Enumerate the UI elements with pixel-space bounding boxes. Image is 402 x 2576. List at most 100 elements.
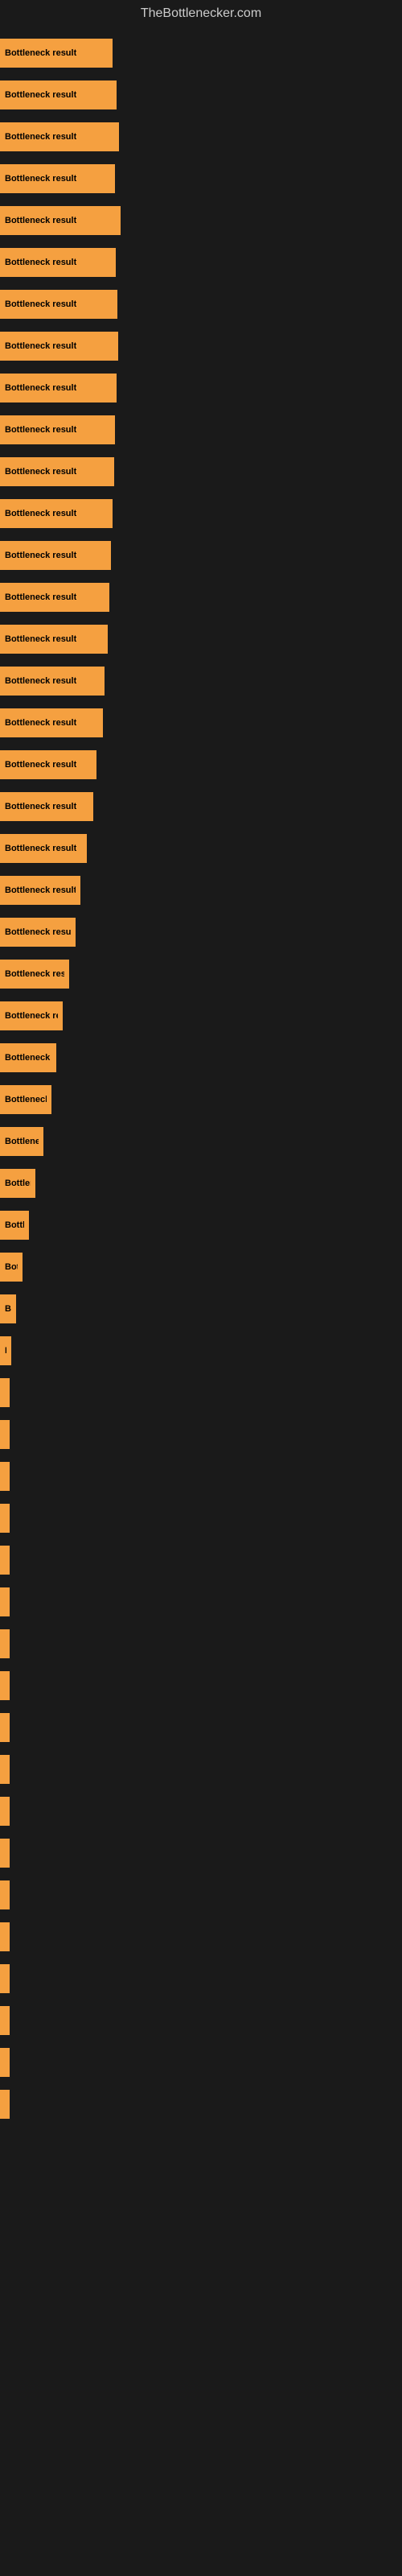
result-bar: [0, 1671, 10, 1700]
bar-label: Bottleneck result: [5, 927, 71, 937]
bar-row: [0, 2041, 402, 2083]
bar-row: Bottleneck result: [0, 74, 402, 116]
bar-label: Bottleneck result: [5, 425, 76, 435]
bar-label: Bottleneck result: [5, 634, 76, 644]
result-bar: Bottleneck result: [0, 206, 121, 235]
bar-row: [0, 1539, 402, 1581]
bar-row: Bottleneck result: [0, 995, 402, 1037]
bar-row: Bottleneck result: [0, 660, 402, 702]
result-bar: [0, 1839, 10, 1868]
bar-row: Bottleneck result: [0, 32, 402, 74]
bar-label: Bottleneck result: [5, 592, 76, 602]
result-bar: Bottleneck result: [0, 1420, 10, 1449]
result-bar: Bottleneck result: [0, 918, 76, 947]
bar-label: Bottleneck result: [5, 1220, 24, 1230]
bar-row: Bottleneck result: [0, 1330, 402, 1372]
result-bar: Bottleneck result: [0, 39, 113, 68]
result-bar: Bottleneck result: [0, 960, 69, 989]
bar-label: Bottleneck result: [5, 844, 76, 853]
bars-container: Bottleneck result Bottleneck result Bottle…: [0, 24, 402, 2125]
bar-row: [0, 1958, 402, 2000]
bar-row: [0, 1623, 402, 1665]
bar-label: Bottleneck result: [5, 969, 64, 979]
bar-row: Bottleneck result: [0, 200, 402, 242]
result-bar: Bottleneck result: [0, 834, 87, 863]
bar-row: Bottleneck result: [0, 493, 402, 535]
bar-row: [0, 1874, 402, 1916]
bar-label: Bottleneck result: [5, 216, 76, 225]
result-bar: Bottleneck result: [0, 792, 93, 821]
result-bar: Bottleneck result: [0, 415, 115, 444]
result-bar: [0, 2006, 10, 2035]
result-bar: [0, 1462, 10, 1491]
result-bar: Bottleneck result: [0, 1085, 51, 1114]
result-bar: Bottleneck result: [0, 457, 114, 486]
bar-label: Bottleneck result: [5, 1346, 6, 1356]
bar-row: [0, 1665, 402, 1707]
bar-label: Bottleneck result: [5, 90, 76, 100]
bar-row: Bottleneck result: [0, 1372, 402, 1414]
bar-label: Bottleneck result: [5, 258, 76, 267]
result-bar: [0, 1880, 10, 1909]
result-bar: [0, 1755, 10, 1784]
bar-row: [0, 1790, 402, 1832]
result-bar: Bottleneck result: [0, 1336, 11, 1365]
bar-label: Bottleneck result: [5, 1304, 11, 1314]
bar-row: [0, 1497, 402, 1539]
result-bar: [0, 1504, 10, 1533]
result-bar: Bottleneck result: [0, 708, 103, 737]
bar-label: Bottleneck result: [5, 1053, 51, 1063]
bar-row: [0, 1455, 402, 1497]
result-bar: [0, 1964, 10, 1993]
bar-label: Bottleneck result: [5, 551, 76, 560]
result-bar: Bottleneck result: [0, 374, 117, 402]
bar-row: Bottleneck result: [0, 1162, 402, 1204]
bar-label: Bottleneck result: [5, 1137, 39, 1146]
bar-label: Bottleneck result: [5, 760, 76, 770]
result-bar: Bottleneck result: [0, 1294, 16, 1323]
bar-label: Bottleneck result: [5, 718, 76, 728]
bar-row: Bottleneck result: [0, 576, 402, 618]
bar-row: [0, 1748, 402, 1790]
result-bar: [0, 1587, 10, 1616]
bar-row: Bottleneck result: [0, 911, 402, 953]
bar-row: Bottleneck result: [0, 116, 402, 158]
bar-row: [0, 1916, 402, 1958]
result-bar: Bottleneck result: [0, 1253, 23, 1282]
result-bar: Bottleneck result: [0, 1127, 43, 1156]
bar-row: Bottleneck result: [0, 953, 402, 995]
bar-label: Bottleneck result: [5, 48, 76, 58]
result-bar: [0, 1797, 10, 1826]
bar-row: Bottleneck result: [0, 618, 402, 660]
site-title: TheBottlenecker.com: [0, 0, 402, 24]
result-bar: Bottleneck result: [0, 625, 108, 654]
bar-label: Bottleneck result: [5, 1179, 31, 1188]
bar-row: [0, 1581, 402, 1623]
bar-label: Bottleneck result: [5, 1095, 47, 1104]
bar-label: Bottleneck result: [5, 509, 76, 518]
result-bar: Bottleneck result: [0, 1001, 63, 1030]
bar-row: [0, 2000, 402, 2041]
bar-row: Bottleneck result: [0, 786, 402, 828]
result-bar: Bottleneck result: [0, 80, 117, 109]
result-bar: [0, 1546, 10, 1575]
bar-row: [0, 1707, 402, 1748]
result-bar: Bottleneck result: [0, 667, 105, 696]
bar-row: Bottleneck result: [0, 1414, 402, 1455]
bar-row: Bottleneck result: [0, 1037, 402, 1079]
bar-row: Bottleneck result: [0, 702, 402, 744]
bar-row: Bottleneck result: [0, 1246, 402, 1288]
bar-label: Bottleneck result: [5, 1262, 18, 1272]
bar-row: Bottleneck result: [0, 535, 402, 576]
bar-label: Bottleneck result: [5, 299, 76, 309]
result-bar: [0, 2090, 10, 2119]
bar-row: Bottleneck result: [0, 242, 402, 283]
result-bar: [0, 1922, 10, 1951]
result-bar: Bottleneck result: [0, 248, 116, 277]
bar-label: Bottleneck result: [5, 802, 76, 811]
result-bar: Bottleneck result: [0, 876, 80, 905]
result-bar: Bottleneck result: [0, 750, 96, 779]
bar-label: Bottleneck result: [5, 886, 76, 895]
bar-label: Bottleneck result: [5, 676, 76, 686]
result-bar: Bottleneck result: [0, 122, 119, 151]
